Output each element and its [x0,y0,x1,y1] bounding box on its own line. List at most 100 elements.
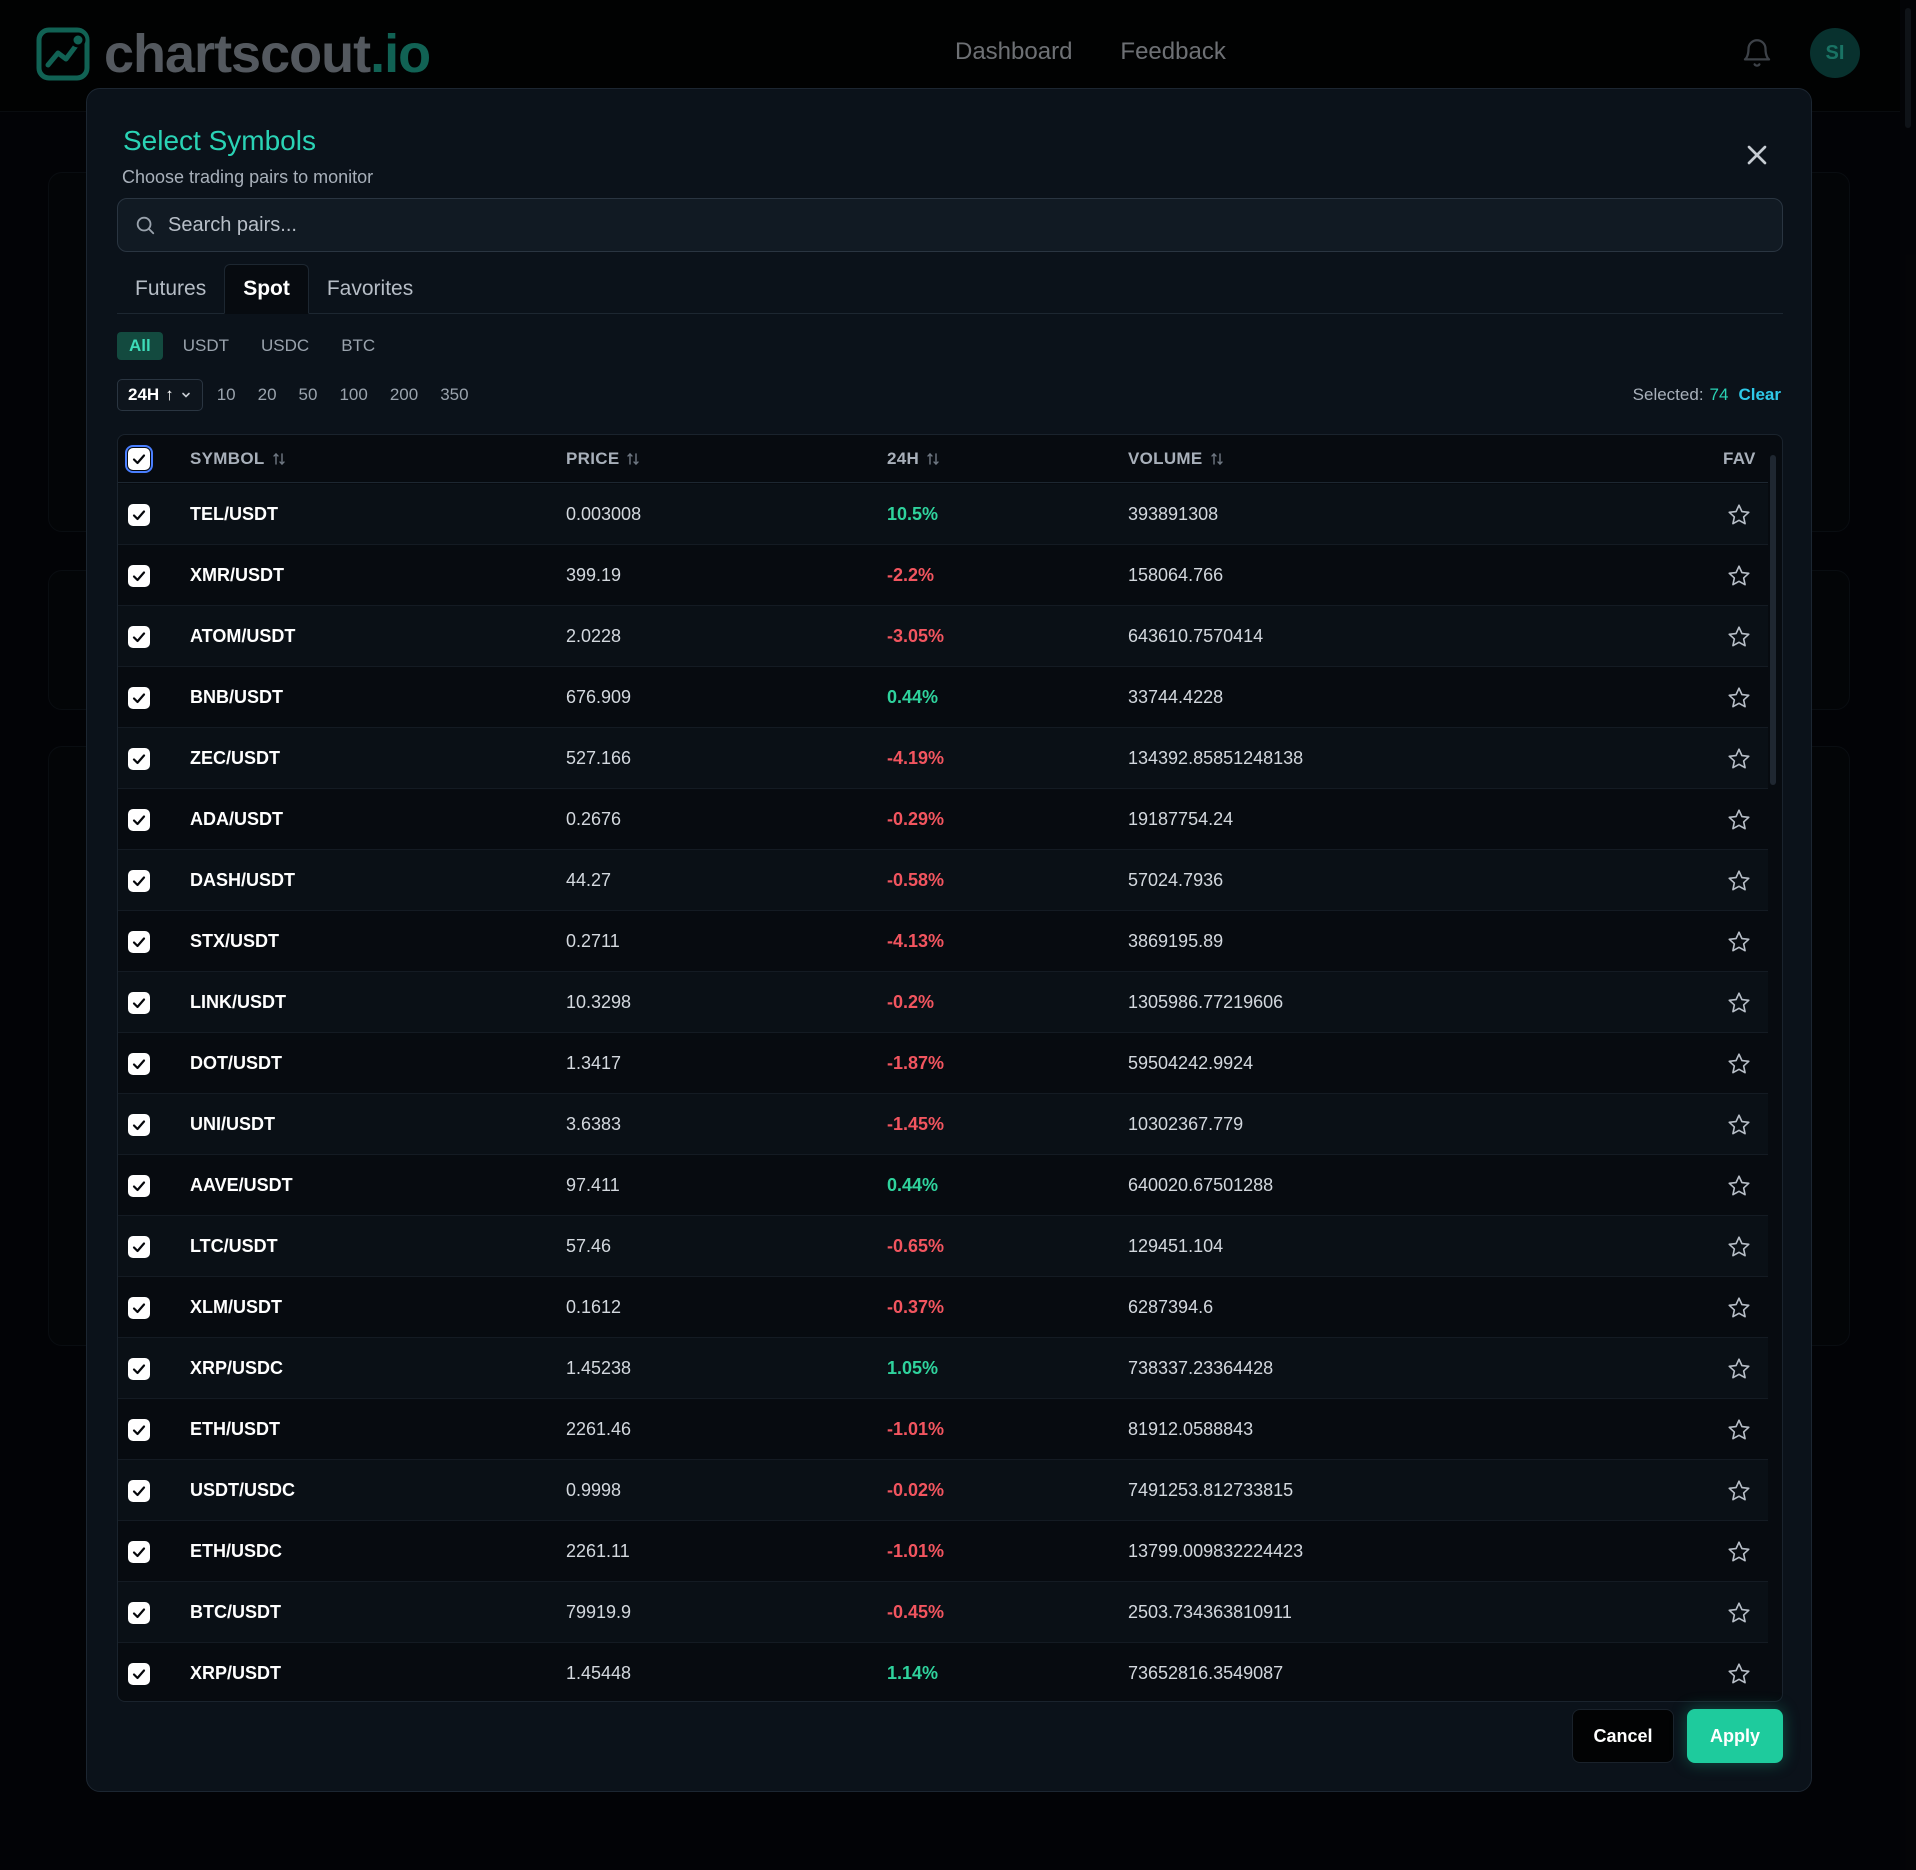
star-icon[interactable] [1726,868,1752,894]
quote-filter-usdt[interactable]: USDT [171,332,241,360]
header-24h[interactable]: 24H [887,435,941,483]
table-row[interactable]: UNI/USDT 3.6383 -1.45% 10302367.779 [118,1094,1768,1155]
table-row[interactable]: BNB/USDT 676.909 0.44% 33744.4228 [118,667,1768,728]
table-row[interactable]: AAVE/USDT 97.411 0.44% 640020.67501288 [118,1155,1768,1216]
tab-favorites[interactable]: Favorites [309,264,431,314]
star-icon[interactable] [1726,990,1752,1016]
table-row[interactable]: XMR/USDT 399.19 -2.2% 158064.766 [118,545,1768,606]
row-checkbox[interactable] [128,930,150,953]
price-cell: 97.411 [566,1175,620,1195]
price-cell: 676.909 [566,687,632,707]
star-icon[interactable] [1726,563,1752,589]
row-checkbox[interactable] [128,1601,150,1624]
row-checkbox[interactable] [128,1418,150,1441]
change-cell: -1.87% [887,1053,945,1073]
table-row[interactable]: LTC/USDT 57.46 -0.65% 129451.104 [118,1216,1768,1277]
table-row[interactable]: ZEC/USDT 527.166 -4.19% 134392.85851248138 [118,728,1768,789]
volume-cell: 2503.734363810911 [1128,1602,1292,1622]
header-symbol[interactable]: SYMBOL [190,435,287,483]
table-body: TEL/USDT 0.003008 10.5% 393891308 XMR/USDT 39… [118,484,1768,1701]
star-icon[interactable] [1726,807,1752,833]
star-icon[interactable] [1726,1112,1752,1138]
table-row[interactable]: XRP/USDC 1.45238 1.05% 738337.23364428 [118,1338,1768,1399]
limit-350[interactable]: 350 [432,379,476,411]
table-row[interactable]: DOT/USDT 1.3417 -1.87% 59504242.9924 [118,1033,1768,1094]
star-icon[interactable] [1726,929,1752,955]
star-icon[interactable] [1726,1356,1752,1382]
limit-50[interactable]: 50 [291,379,326,411]
star-icon[interactable] [1726,685,1752,711]
row-checkbox[interactable] [128,1540,150,1563]
table-scrollbar-thumb[interactable] [1770,455,1776,785]
table-row[interactable]: ETH/USDC 2261.11 -1.01% 13799.009832224423 [118,1521,1768,1582]
select-symbols-modal: Select Symbols Choose trading pairs to m… [86,88,1812,1792]
row-checkbox[interactable] [128,991,150,1014]
star-icon[interactable] [1726,1051,1752,1077]
table-row[interactable]: USDT/USDC 0.9998 -0.02% 7491253.812733815 [118,1460,1768,1521]
row-checkbox[interactable] [128,1479,150,1502]
row-checkbox-cell [128,850,150,911]
quote-filter-all[interactable]: All [117,332,163,360]
table-row[interactable]: XRP/USDT 1.45448 1.14% 73652816.3549087 [118,1643,1768,1701]
quote-filter-usdc[interactable]: USDC [249,332,321,360]
cancel-button[interactable]: Cancel [1572,1709,1674,1763]
table-row[interactable]: BTC/USDT 79919.9 -0.45% 2503.734363810911 [118,1582,1768,1643]
row-checkbox[interactable] [128,503,150,526]
tab-spot[interactable]: Spot [224,264,309,314]
star-icon[interactable] [1726,1478,1752,1504]
row-checkbox[interactable] [128,564,150,587]
header-volume[interactable]: VOLUME [1128,435,1225,483]
star-icon[interactable] [1726,624,1752,650]
search-input[interactable] [168,199,1782,251]
limit-200[interactable]: 200 [382,379,426,411]
star-icon[interactable] [1726,1173,1752,1199]
clear-selection-link[interactable]: Clear [1738,385,1781,405]
star-icon[interactable] [1726,1295,1752,1321]
sort-icon [927,453,939,465]
row-checkbox[interactable] [128,808,150,831]
tab-futures[interactable]: Futures [117,264,224,314]
fav-cell [1726,1643,1752,1701]
fav-cell [1726,850,1752,911]
row-checkbox[interactable] [128,1174,150,1197]
row-checkbox[interactable] [128,1357,150,1380]
row-checkbox[interactable] [128,1113,150,1136]
row-checkbox[interactable] [128,1235,150,1258]
limit-10[interactable]: 10 [209,379,244,411]
star-icon[interactable] [1726,1417,1752,1443]
table-row[interactable]: STX/USDT 0.2711 -4.13% 3869195.89 [118,911,1768,972]
table-row[interactable]: LINK/USDT 10.3298 -0.2% 1305986.77219606 [118,972,1768,1033]
table-row[interactable]: XLM/USDT 0.1612 -0.37% 6287394.6 [118,1277,1768,1338]
row-checkbox[interactable] [128,1662,150,1685]
price-cell: 527.166 [566,748,632,768]
table-row[interactable]: ADA/USDT 0.2676 -0.29% 19187754.24 [118,789,1768,850]
row-checkbox[interactable] [128,869,150,892]
star-icon[interactable] [1726,1234,1752,1260]
close-icon[interactable] [1741,139,1773,171]
star-icon[interactable] [1726,1539,1752,1565]
limit-row: 24H ↑ 10 20 50 100 200 350 [117,379,477,411]
star-icon[interactable] [1726,1661,1752,1687]
row-checkbox[interactable] [128,1296,150,1319]
row-checkbox[interactable] [128,747,150,770]
header-price[interactable]: PRICE [566,435,641,483]
limit-20[interactable]: 20 [250,379,285,411]
row-checkbox[interactable] [128,625,150,648]
table-row[interactable]: DASH/USDT 44.27 -0.58% 57024.7936 [118,850,1768,911]
sort-icon [627,453,640,465]
star-icon[interactable] [1726,1600,1752,1626]
quote-filter-btc[interactable]: BTC [329,332,387,360]
header-select-all[interactable] [125,435,153,483]
star-icon[interactable] [1726,746,1752,772]
row-checkbox[interactable] [128,1052,150,1075]
star-icon[interactable] [1726,502,1752,528]
period-dropdown[interactable]: 24H ↑ [117,379,203,411]
row-checkbox[interactable] [128,686,150,709]
limit-100[interactable]: 100 [331,379,375,411]
apply-button[interactable]: Apply [1687,1709,1783,1763]
select-all-checkbox[interactable] [125,445,153,473]
table-scrollbar[interactable] [1770,445,1778,1693]
table-row[interactable]: TEL/USDT 0.003008 10.5% 393891308 [118,484,1768,545]
table-row[interactable]: ETH/USDT 2261.46 -1.01% 81912.0588843 [118,1399,1768,1460]
table-row[interactable]: ATOM/USDT 2.0228 -3.05% 643610.7570414 [118,606,1768,667]
